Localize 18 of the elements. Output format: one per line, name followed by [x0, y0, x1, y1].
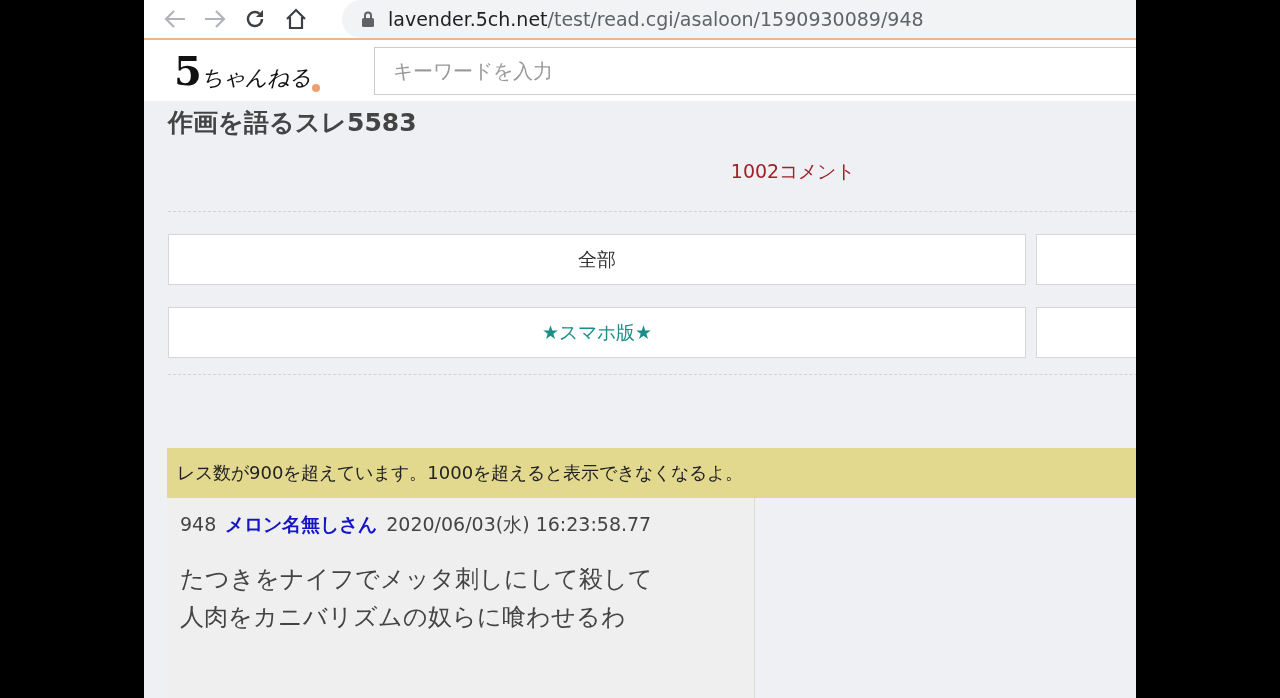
nav-button[interactable]: 全部: [168, 234, 1026, 285]
reload-icon[interactable]: [244, 8, 266, 30]
thread-title: 作画を語るスレ5583: [168, 107, 418, 139]
home-icon[interactable]: [284, 8, 308, 30]
site-logo[interactable]: 5ちゃんねる: [174, 47, 311, 94]
comment-count: 1002コメント: [730, 159, 856, 184]
nav-button[interactable]: ★スマホ版★: [168, 307, 1026, 358]
search-field[interactable]: キーワードを入力: [374, 46, 1136, 95]
post-date: 2020/06/03(水) 16:23:58.77: [386, 512, 652, 537]
address-bar[interactable]: lavender.5ch.net/test/read.cgi/asaloon/1590930089/948: [342, 0, 1136, 38]
lock-icon: [362, 11, 374, 27]
back-icon[interactable]: [164, 9, 186, 29]
forward-icon[interactable]: [204, 9, 226, 29]
post-text: たつきをナイフでメッタ刺しにして殺して 人肉をカニバリズムの奴らに喰わせるわ: [180, 564, 654, 633]
dot-icon: [311, 84, 320, 92]
notice-bar: レス数が900を超えています。1000を超えると表示できなくなるよ。: [167, 448, 1136, 498]
poster-name: メロン名無しさん: [225, 512, 378, 537]
post-number[interactable]: 948: [180, 513, 217, 535]
